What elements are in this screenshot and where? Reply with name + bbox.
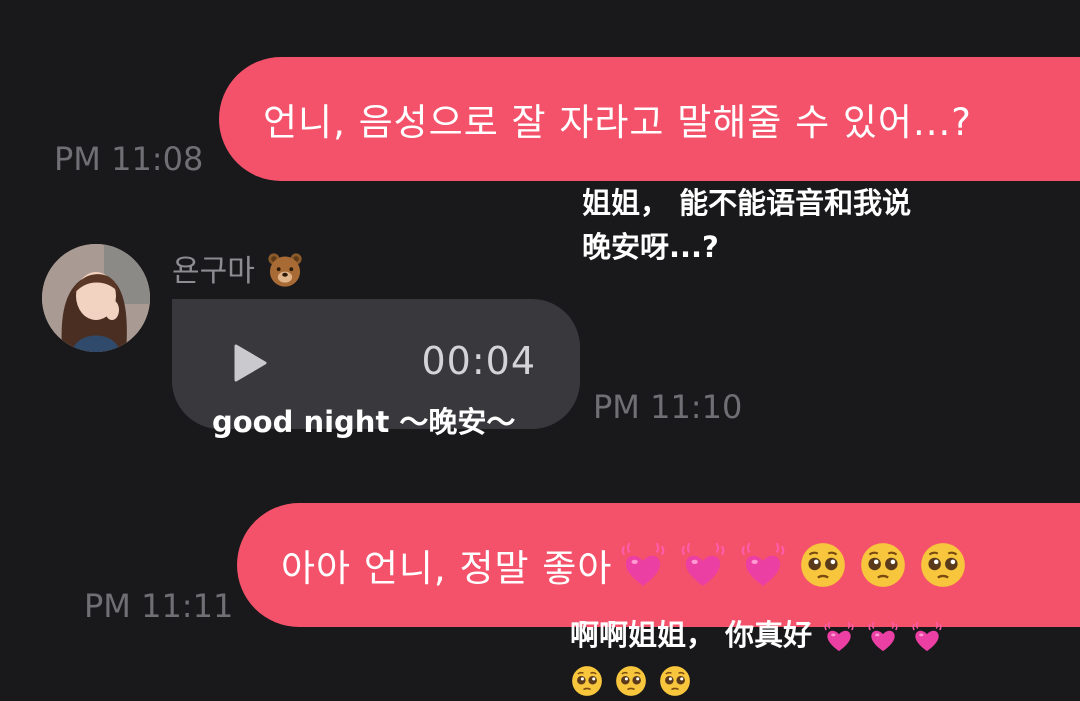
translation-line: 姐姐， 能不能语音和我说 <box>582 186 912 220</box>
emoji-group <box>618 540 968 590</box>
message-timestamp: PM 11:08 <box>54 140 204 178</box>
growing-heart-icon <box>678 540 728 590</box>
voice-duration: 00:04 <box>421 339 536 383</box>
pleading-face-icon <box>858 540 908 590</box>
avatar[interactable] <box>42 244 150 352</box>
message-text: 언니, 음성으로 잘 자라고 말해줄 수 있어...? <box>263 101 972 144</box>
translation-line: 晚安呀...? <box>582 230 719 264</box>
translation-caption: 啊啊姐姐， 你真好 <box>570 613 944 701</box>
pleading-face-icon <box>570 664 604 698</box>
bear-face-icon <box>266 251 304 289</box>
sender-name-text: 욘구마 <box>172 254 255 289</box>
pleading-face-icon <box>658 664 692 698</box>
translation-caption: 姐姐， 能不能语音和我说 晚安呀...? <box>582 181 911 269</box>
outgoing-message-bubble[interactable]: 언니, 음성으로 잘 자라고 말해줄 수 있어...? <box>219 57 1080 181</box>
message-timestamp: PM 11:11 <box>84 587 234 625</box>
message-text: 아아 언니, 정말 좋아 <box>281 547 613 590</box>
translation-text: 啊啊姐姐， 你真好 <box>570 618 813 652</box>
sender-name: 욘구마 <box>172 246 304 290</box>
pleading-face-icon <box>798 540 848 590</box>
growing-heart-icon <box>822 620 856 654</box>
outgoing-message-bubble[interactable]: 아아 언니, 정말 좋아 <box>237 503 1080 627</box>
pleading-face-icon <box>614 664 648 698</box>
growing-heart-icon <box>738 540 788 590</box>
growing-heart-icon <box>866 620 900 654</box>
growing-heart-icon <box>618 540 668 590</box>
translation-caption: good night ～晚安～ <box>212 405 516 439</box>
play-icon[interactable] <box>232 343 268 383</box>
profile-photo <box>42 244 150 352</box>
translation-line: 啊啊姐姐， 你真好 <box>570 613 944 657</box>
translation-emoji-line <box>570 657 944 701</box>
pleading-face-icon <box>918 540 968 590</box>
message-timestamp: PM 11:10 <box>593 388 743 426</box>
growing-heart-icon <box>910 620 944 654</box>
